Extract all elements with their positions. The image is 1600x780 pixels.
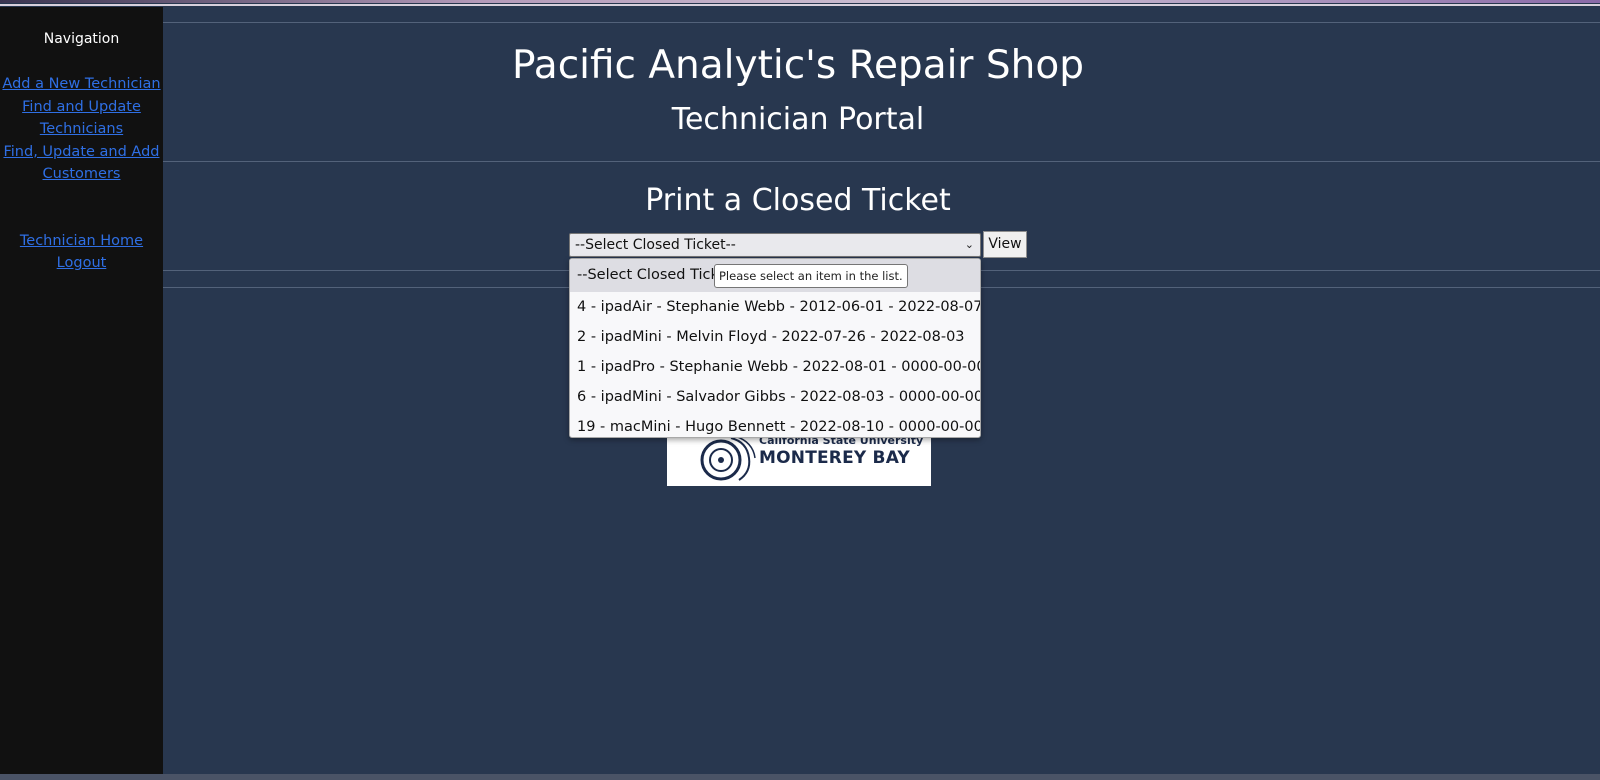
nav-link-add-technician[interactable]: Add a New Technician <box>0 73 163 96</box>
page-title: Pacific Analytic's Repair Shop <box>512 43 1084 88</box>
window-top-strip <box>0 0 1600 3</box>
csumb-seal-icon <box>700 435 756 481</box>
divider <box>163 161 1600 162</box>
dropdown-option[interactable]: 6 - ipadMini - Salvador Gibbs - 2022-08-… <box>570 382 980 412</box>
closed-ticket-select[interactable]: --Select Closed Ticket-- ⌄ <box>569 233 981 257</box>
dropdown-option[interactable]: 4 - ipadAir - Stephanie Webb - 2012-06-0… <box>570 292 980 322</box>
dropdown-option[interactable]: 2 - ipadMini - Melvin Floyd - 2022-07-26… <box>570 322 980 352</box>
nav-link-find-update-technicians[interactable]: Find and Update Technicians <box>0 96 163 141</box>
dropdown-option[interactable]: 1 - ipadPro - Stephanie Webb - 2022-08-0… <box>570 352 980 382</box>
main-content: Pacific Analytic's Repair Shop Technicia… <box>163 7 1600 774</box>
nav-link-technician-home[interactable]: Technician Home <box>0 230 163 253</box>
divider <box>163 22 1600 23</box>
validation-tooltip: Please select an item in the list. <box>714 264 908 288</box>
window-top-line <box>0 4 1600 6</box>
chevron-down-icon: ⌄ <box>964 238 974 251</box>
nav-links: Add a New Technician Find and Update Tec… <box>0 73 163 186</box>
logo-line-2: MONTEREY BAY <box>759 448 910 468</box>
nav-link-logout[interactable]: Logout <box>0 252 163 275</box>
section-heading: Print a Closed Ticket <box>645 183 951 218</box>
page-subtitle: Technician Portal <box>671 102 925 137</box>
sidebar: Navigation Add a New Technician Find and… <box>0 7 163 774</box>
nav-bottom-links: Technician Home Logout <box>0 230 163 275</box>
nav-link-find-update-add-customers[interactable]: Find, Update and Add Customers <box>0 141 163 186</box>
nav-title: Navigation <box>43 31 120 47</box>
csumb-logo: California State University MONTEREY BAY <box>667 430 931 486</box>
select-value: --Select Closed Ticket-- <box>575 237 736 253</box>
view-button[interactable]: View <box>983 231 1027 258</box>
window-bottom-edge <box>0 774 1600 780</box>
dropdown-option[interactable]: 19 - macMini - Hugo Bennett - 2022-08-10… <box>570 412 980 437</box>
